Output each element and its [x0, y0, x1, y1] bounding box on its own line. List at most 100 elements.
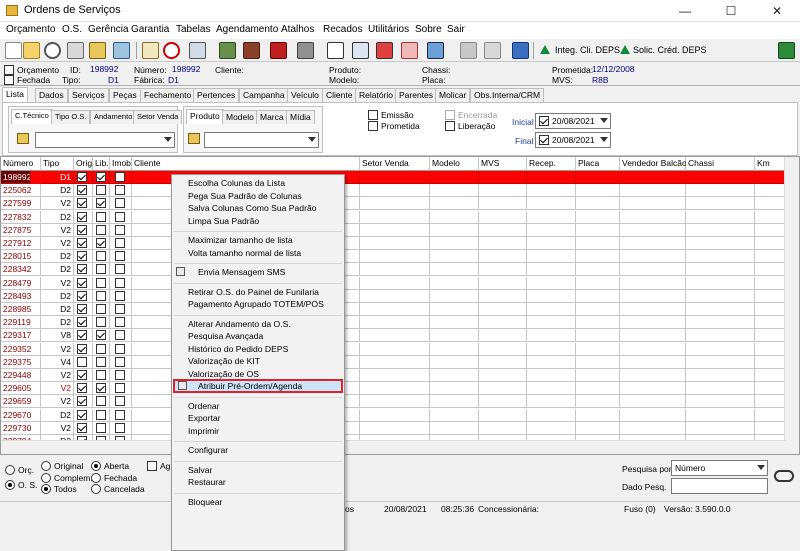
imob-checkbox[interactable]: [115, 422, 125, 433]
list-icon[interactable]: [352, 42, 369, 59]
context-menu-item[interactable]: Exportar: [188, 413, 220, 423]
complem-radio[interactable]: [41, 473, 51, 483]
tab-cliente[interactable]: Cliente: [322, 88, 357, 102]
table-row[interactable]: 227832 D2: [1, 210, 786, 224]
tab-pecas[interactable]: Peças: [109, 88, 141, 102]
lib-checkbox[interactable]: [96, 198, 106, 209]
table-row[interactable]: 198992 D1: [1, 171, 786, 184]
orig-checkbox[interactable]: [77, 277, 87, 288]
printer-icon[interactable]: [113, 42, 130, 59]
orig-checkbox[interactable]: [77, 409, 87, 420]
final-enable-checkbox[interactable]: [539, 135, 549, 145]
todos-radio[interactable]: [41, 484, 51, 494]
lib-checkbox[interactable]: [96, 317, 106, 328]
lib-checkbox[interactable]: [96, 277, 106, 288]
orig-checkbox[interactable]: [77, 238, 87, 248]
orig-checkbox[interactable]: [77, 198, 87, 209]
green-diamond-icon[interactable]: [620, 45, 630, 54]
context-menu-item[interactable]: Limpa Sua Padrão: [188, 216, 259, 226]
orig-checkbox[interactable]: [77, 356, 87, 367]
col-placa[interactable]: Placa: [576, 157, 620, 171]
lib-checkbox[interactable]: [96, 370, 106, 380]
prometida-checkbox[interactable]: [368, 121, 378, 131]
orig-checkbox[interactable]: [77, 211, 87, 222]
context-menu-item[interactable]: Envia Mensagem SMS: [198, 267, 285, 277]
tab-campanha[interactable]: Campanha: [239, 88, 289, 102]
tab-produto[interactable]: Produto: [186, 109, 224, 124]
orig-checkbox[interactable]: [77, 317, 87, 328]
integ-deps-button[interactable]: Integ. Cli. DEPS: [555, 45, 620, 55]
imob-checkbox[interactable]: [115, 251, 125, 262]
imob-checkbox[interactable]: [115, 304, 125, 314]
imob-checkbox[interactable]: [115, 264, 125, 275]
col-imob[interactable]: Imob.: [110, 157, 133, 171]
clock-icon[interactable]: [44, 42, 61, 59]
context-menu-item[interactable]: Imprimir: [188, 426, 219, 436]
orig-checkbox[interactable]: [77, 383, 87, 394]
table-row[interactable]: 228479 V2: [1, 276, 786, 290]
tab-fechamento[interactable]: Fechamento: [140, 88, 196, 102]
hand-icon[interactable]: [142, 42, 159, 59]
table-row[interactable]: 229605 V2: [1, 382, 786, 396]
context-menu-item[interactable]: Alterar Andamento da O.S.: [188, 319, 291, 329]
tab-tipo-os[interactable]: Tipo O.S.: [51, 110, 91, 124]
col-recep[interactable]: Recep.: [527, 157, 576, 171]
emissao-checkbox[interactable]: [368, 110, 378, 120]
table-row[interactable]: 229670 D2: [1, 408, 786, 422]
context-menu-item[interactable]: Salvar: [188, 465, 212, 475]
lib-checkbox[interactable]: [96, 264, 106, 275]
context-menu-item[interactable]: Restaurar: [188, 477, 226, 487]
context-menu-item[interactable]: Atribuir Pré-Ordem/Agenda: [198, 381, 302, 391]
orig-checkbox[interactable]: [77, 304, 87, 314]
context-menu-item[interactable]: Escolha Colunas da Lista: [188, 178, 285, 188]
inicial-enable-checkbox[interactable]: [539, 116, 549, 126]
context-menu-item[interactable]: Salva Colunas Como Sua Padrão: [188, 203, 317, 213]
col-orig[interactable]: Orig.: [74, 157, 94, 171]
imob-checkbox[interactable]: [115, 198, 125, 209]
table-row[interactable]: 229119 D2: [1, 316, 786, 330]
lib-checkbox[interactable]: [96, 343, 106, 354]
orig-checkbox[interactable]: [77, 290, 87, 301]
context-menu-item[interactable]: Maximizar tamanho de lista: [188, 235, 293, 245]
context-menu-item[interactable]: Valorização de OS: [188, 369, 259, 379]
menu-gerencia[interactable]: Gerência: [88, 24, 129, 35]
imob-checkbox[interactable]: [115, 383, 125, 394]
context-menu-item[interactable]: Histórico do Pedido DEPS: [188, 344, 288, 354]
imob-checkbox[interactable]: [115, 238, 125, 248]
cancelada-radio[interactable]: [91, 484, 101, 494]
imob-checkbox[interactable]: [115, 343, 125, 354]
tab-obs-interna[interactable]: Obs.Interna/CRM: [470, 88, 545, 102]
os-radio[interactable]: [5, 480, 15, 490]
tab-midia[interactable]: Mídia: [286, 110, 315, 124]
calendar-icon[interactable]: [189, 42, 206, 59]
money-icon[interactable]: [401, 42, 418, 59]
pick-icon[interactable]: [188, 133, 200, 144]
imob-checkbox[interactable]: [115, 185, 125, 196]
imob-checkbox[interactable]: [115, 370, 125, 380]
menu-tabelas[interactable]: Tabelas: [176, 24, 210, 35]
tab-lista[interactable]: Lista: [2, 87, 28, 102]
imob-checkbox[interactable]: [115, 409, 125, 420]
context-menu-item[interactable]: Ordenar: [188, 401, 220, 411]
menu-sobre[interactable]: Sobre: [415, 24, 442, 35]
green-diamond-icon[interactable]: [540, 45, 550, 54]
orcamento-checkbox[interactable]: [4, 65, 14, 75]
lib-checkbox[interactable]: [96, 211, 106, 222]
lib-checkbox[interactable]: [96, 304, 106, 314]
close-button[interactable]: ✕: [754, 0, 800, 22]
orig-checkbox[interactable]: [77, 172, 87, 182]
col-lib[interactable]: Lib.: [93, 157, 110, 171]
tab-pertences[interactable]: Pertences: [193, 88, 240, 102]
lib-checkbox[interactable]: [96, 330, 106, 341]
horizontal-scrollbar[interactable]: [1, 440, 786, 454]
menu-orcamento[interactable]: Orçamento: [6, 24, 55, 35]
pesquisa-por-select[interactable]: Número: [671, 460, 768, 476]
table-row[interactable]: 229352 V2: [1, 342, 786, 356]
lib-checkbox[interactable]: [96, 251, 106, 262]
orig-checkbox[interactable]: [77, 343, 87, 354]
truck-icon[interactable]: [297, 42, 314, 59]
col-setor-venda[interactable]: Setor Venda: [360, 157, 430, 171]
tab-parentes[interactable]: Parentes: [395, 88, 438, 102]
col-km[interactable]: Km: [755, 157, 786, 171]
imob-checkbox[interactable]: [115, 277, 125, 288]
